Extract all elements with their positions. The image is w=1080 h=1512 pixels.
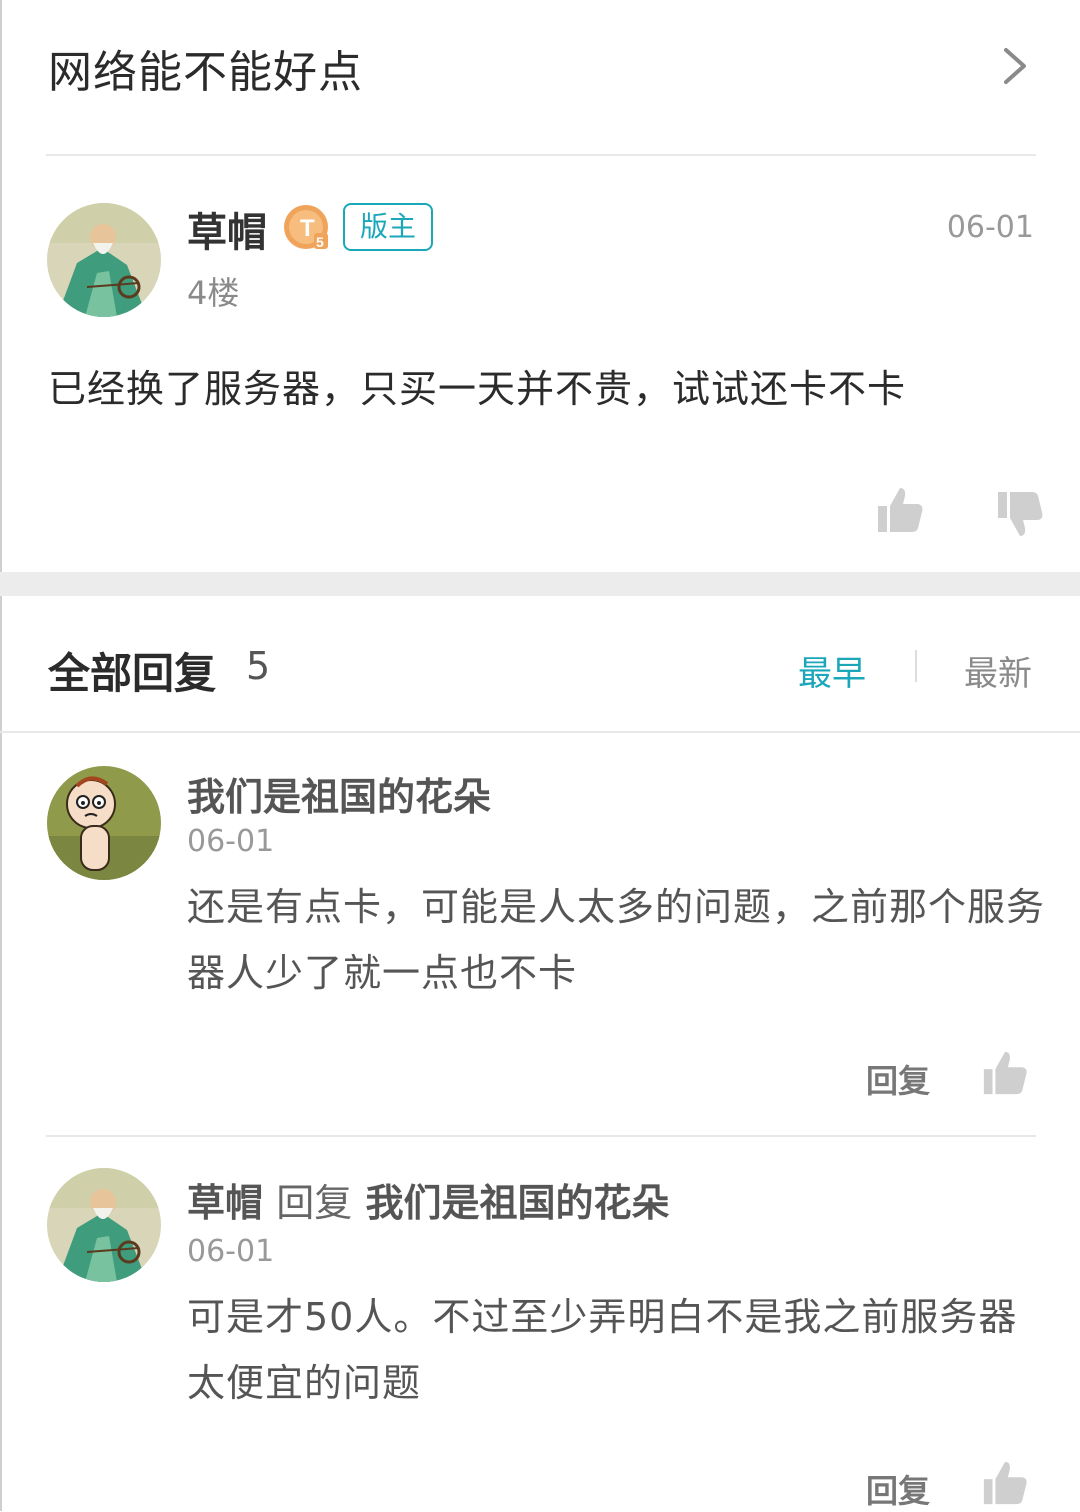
divider — [46, 1135, 1036, 1137]
section-separator — [0, 572, 1080, 596]
divider — [0, 731, 1080, 733]
reply-date: 06-01 — [187, 824, 275, 859]
post-floor: 4楼 — [187, 274, 240, 312]
thumbs-down-icon[interactable] — [994, 488, 1046, 540]
reply-author-name[interactable]: 我们是祖国的花朵 — [187, 766, 491, 821]
thumbs-up-icon[interactable] — [980, 1458, 1030, 1508]
replies-count: 5 — [246, 644, 271, 688]
thread-header[interactable]: 网络能不能好点 — [0, 0, 1080, 156]
reply-target-name[interactable]: 我们是祖国的花朵 — [366, 1181, 670, 1225]
thumbs-up-icon[interactable] — [874, 484, 926, 536]
divider — [46, 154, 1036, 156]
reply-author-line: 草帽 回复 我们是祖国的花朵 — [187, 1172, 670, 1227]
reply-button[interactable]: 回复 — [866, 1466, 930, 1512]
chevron-right-icon[interactable] — [998, 46, 1032, 86]
replies-title: 全部回复 — [48, 649, 217, 698]
avatar[interactable] — [47, 203, 161, 317]
reply-content: 还是有点卡，可能是人太多的问题，之前那个服务器人少了就一点也不卡 — [187, 885, 1046, 995]
thread-title: 网络能不能好点 — [48, 47, 363, 98]
post-content: 已经换了服务器，只买一天并不贵，试试还卡不卡 — [48, 367, 907, 411]
sort-divider — [915, 650, 917, 682]
svg-text:T: T — [300, 215, 315, 242]
svg-text:5: 5 — [316, 234, 324, 250]
t5-level-icon: T 5 — [284, 205, 328, 250]
avatar[interactable] — [47, 1168, 161, 1282]
thumbs-up-icon[interactable] — [980, 1048, 1030, 1098]
avatar[interactable] — [47, 766, 161, 880]
reply-content: 可是才50人。不过至少弄明白不是我之前服务器太便宜的问题 — [187, 1295, 1018, 1405]
sort-earliest-tab[interactable]: 最早 — [798, 646, 866, 695]
moderator-badge: 版主 — [343, 203, 433, 251]
reply-word: 回复 — [276, 1181, 353, 1225]
sort-latest-tab[interactable]: 最新 — [964, 646, 1032, 695]
post-author-name[interactable]: 草帽 — [187, 200, 267, 258]
reply-date: 06-01 — [187, 1234, 275, 1269]
reply-author-name[interactable]: 草帽 — [187, 1181, 263, 1225]
post-date: 06-01 — [946, 210, 1034, 245]
left-edge — [0, 0, 2, 1511]
reply-button[interactable]: 回复 — [866, 1056, 930, 1102]
